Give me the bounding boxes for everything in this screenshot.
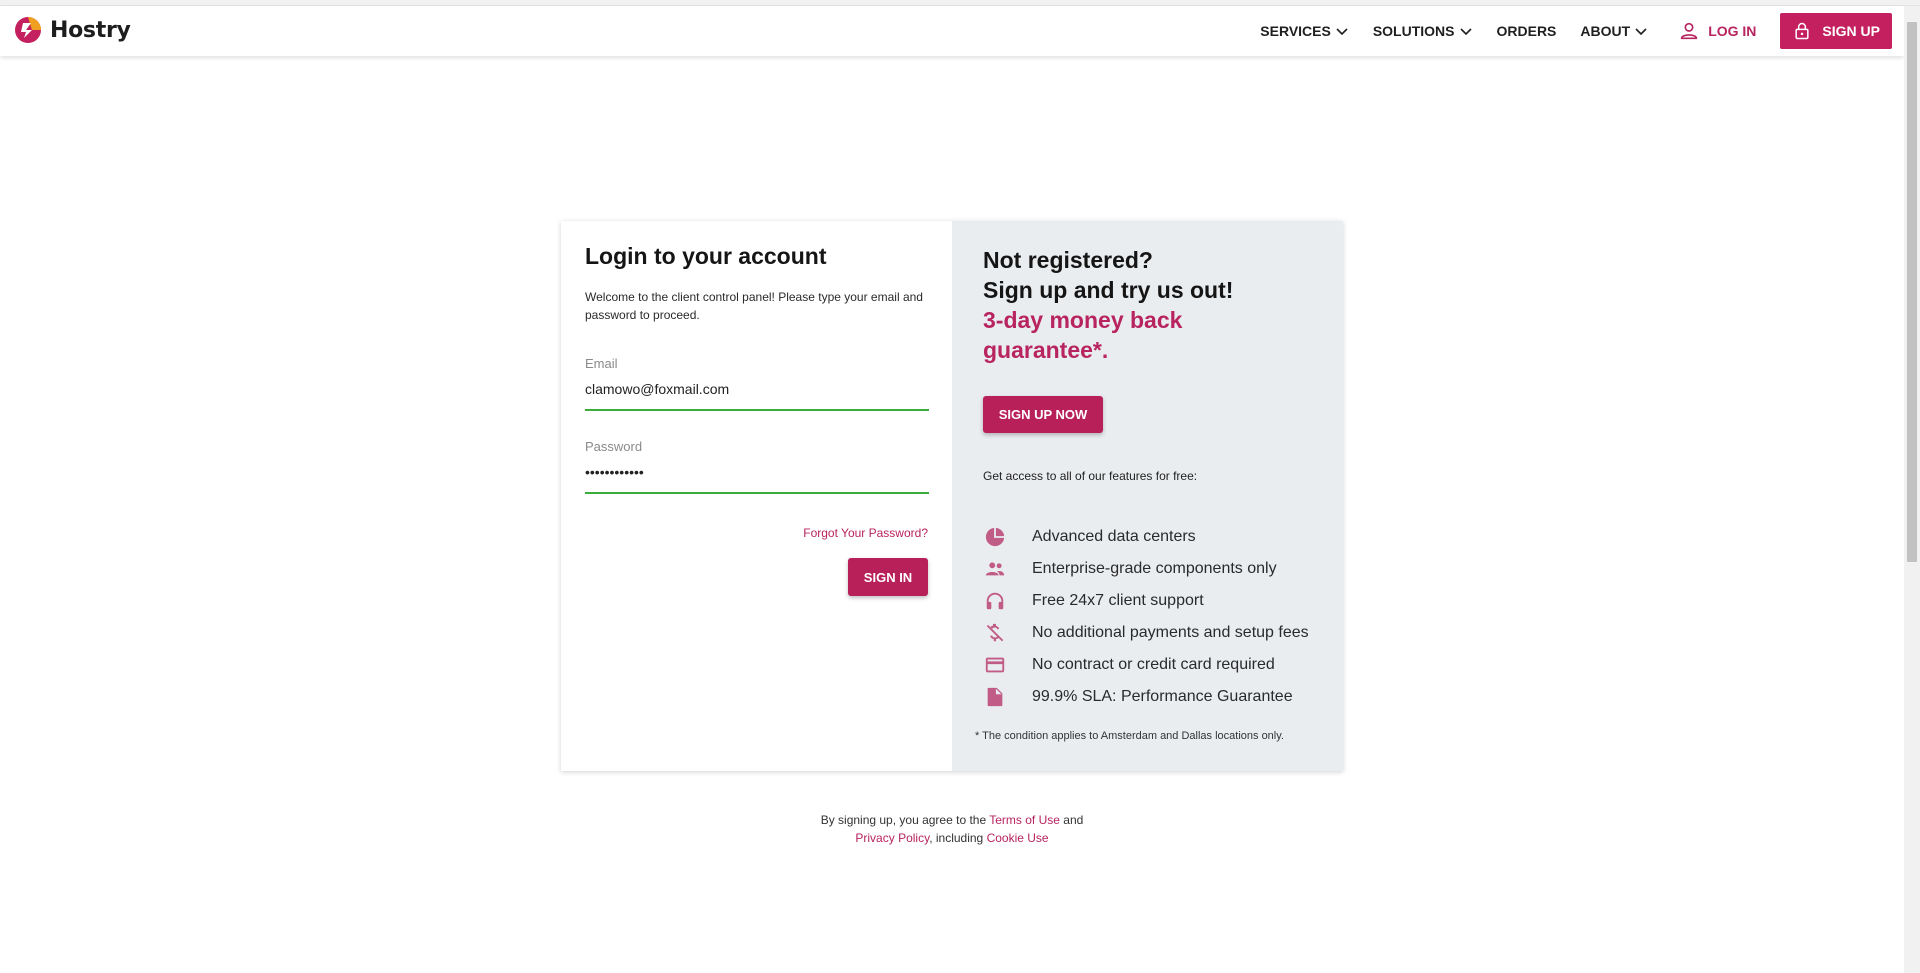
terms-notice: By signing up, you agree to the Terms of… <box>561 811 1343 847</box>
cookie-use-link[interactable]: Cookie Use <box>987 831 1049 845</box>
headset-icon <box>983 589 1007 613</box>
password-field-group: Password <box>585 439 929 494</box>
nav-about[interactable]: ABOUT <box>1580 23 1648 39</box>
email-field-group: Email <box>585 356 929 411</box>
promo-heading-2: Sign up and try us out! <box>983 277 1234 303</box>
signup-button[interactable]: SIGN UP <box>1780 13 1892 49</box>
terms-of-use-link[interactable]: Terms of Use <box>989 813 1060 827</box>
nav-solutions[interactable]: SOLUTIONS <box>1373 23 1473 39</box>
sign-up-now-button[interactable]: SIGN UP NOW <box>983 396 1103 433</box>
nav-services[interactable]: SERVICES <box>1260 23 1349 39</box>
feature-label: No contract or credit card required <box>1032 656 1275 673</box>
terms-and: and <box>1059 813 1084 827</box>
brand-logo[interactable]: Hostry <box>14 16 131 44</box>
nav-orders[interactable]: ORDERS <box>1497 23 1557 39</box>
pie-chart-icon <box>983 525 1007 549</box>
chevron-down-icon <box>1635 28 1647 36</box>
sign-in-button[interactable]: SIGN IN <box>848 558 928 596</box>
user-icon <box>1681 22 1698 40</box>
list-item: Advanced data centers <box>983 521 1309 553</box>
terms-including: , including <box>929 831 987 845</box>
login-title: Login to your account <box>585 243 827 269</box>
feature-label: No additional payments and setup fees <box>1032 624 1309 641</box>
forgot-password-link[interactable]: Forgot Your Password? <box>803 526 928 540</box>
login-label: LOG IN <box>1708 23 1757 39</box>
promo-footnote: * The condition applies to Amsterdam and… <box>975 730 1284 742</box>
promo-heading-1: Not registered? <box>983 247 1153 273</box>
list-item: Free 24x7 client support <box>983 585 1309 617</box>
feature-list: Advanced data centers Enterprise-grade c… <box>983 521 1309 713</box>
password-label: Password <box>585 439 643 454</box>
auth-card: Login to your account Welcome to the cli… <box>561 221 1343 771</box>
chevron-down-icon <box>1459 28 1472 36</box>
signup-label: SIGN UP <box>1822 23 1880 39</box>
main-nav: SERVICES SOLUTIONS ORDERS ABOUT LOG IN S… <box>1260 6 1904 56</box>
feature-label: 99.9% SLA: Performance Guarantee <box>1032 688 1293 705</box>
access-text: Get access to all of our features for fr… <box>983 469 1198 483</box>
people-icon <box>983 557 1007 581</box>
list-item: No contract or credit card required <box>983 649 1309 681</box>
login-description: Welcome to the client control panel! Ple… <box>585 290 923 322</box>
email-label: Email <box>585 356 618 371</box>
terms-prefix: By signing up, you agree to the <box>820 813 990 827</box>
list-item: 99.9% SLA: Performance Guarantee <box>983 681 1309 713</box>
nav-services-label: SERVICES <box>1260 23 1331 39</box>
feature-label: Enterprise-grade components only <box>1032 560 1277 577</box>
login-link[interactable]: LOG IN <box>1678 20 1756 42</box>
document-icon <box>983 685 1007 709</box>
feature-label: Advanced data centers <box>1032 528 1196 545</box>
feature-label: Free 24x7 client support <box>1032 592 1204 609</box>
scrollbar-thumb[interactable] <box>1907 22 1917 562</box>
credit-card-icon <box>983 653 1007 677</box>
promo-guarantee: 3-day money back guarantee*. <box>983 307 1183 363</box>
hostry-logo-icon <box>15 17 41 43</box>
page-scrollbar[interactable] <box>1904 6 1920 973</box>
privacy-policy-link[interactable]: Privacy Policy <box>855 831 929 845</box>
brand-name: Hostry <box>50 17 131 43</box>
list-item: No additional payments and setup fees <box>983 617 1309 649</box>
nav-orders-label: ORDERS <box>1496 23 1557 39</box>
nav-about-label: ABOUT <box>1580 23 1631 39</box>
no-money-icon <box>983 621 1007 645</box>
chevron-down-icon <box>1336 28 1348 36</box>
signup-promo-panel: Not registered? Sign up and try us out! … <box>952 221 1343 771</box>
lock-icon <box>1795 22 1810 40</box>
site-header: Hostry SERVICES SOLUTIONS ORDERS ABOUT L… <box>0 6 1904 56</box>
password-field[interactable] <box>585 460 929 494</box>
email-field[interactable] <box>585 377 929 411</box>
list-item: Enterprise-grade components only <box>983 553 1309 585</box>
login-panel: Login to your account Welcome to the cli… <box>561 221 952 771</box>
nav-solutions-label: SOLUTIONS <box>1372 23 1455 39</box>
